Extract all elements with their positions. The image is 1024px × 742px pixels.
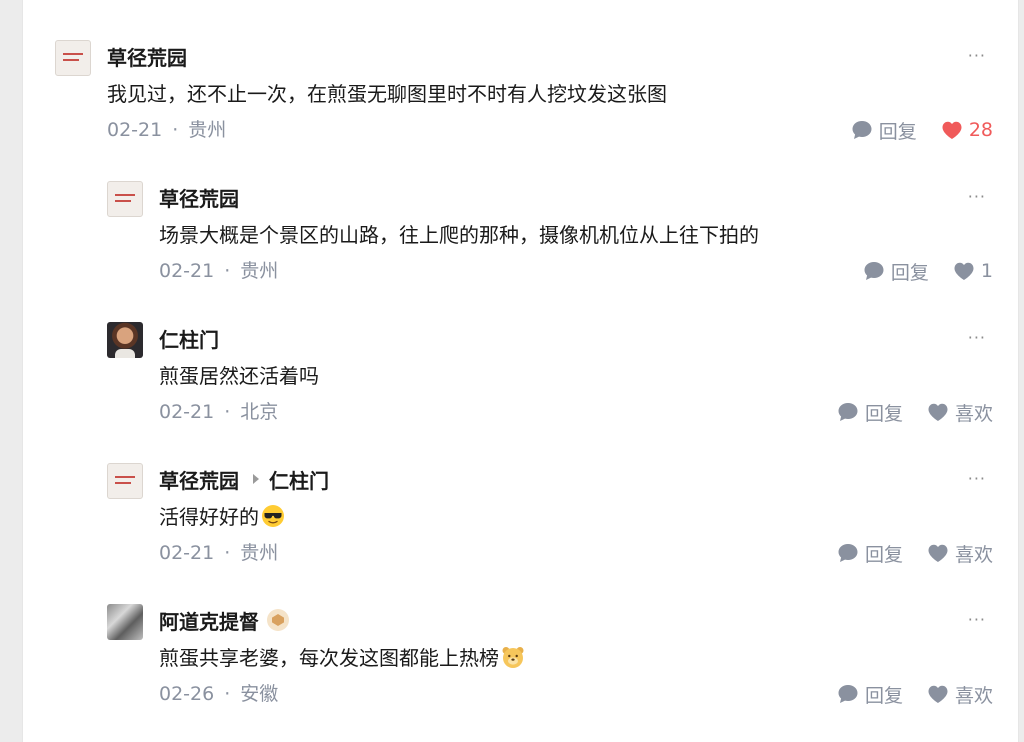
- comment-text: 煎蛋居然还活着吗: [159, 364, 319, 388]
- more-options-icon[interactable]: ···: [968, 328, 986, 347]
- avatar[interactable]: [107, 181, 143, 217]
- comment-item: 草径荒园 仁柱门 ··· 活得好好的 02-21 · 贵州 回复 喜欢: [23, 463, 1018, 595]
- comment-actions: 回复 喜欢: [837, 540, 993, 567]
- comment-meta: 02-26 · 安徽: [159, 682, 278, 706]
- comment-date: 02-26: [159, 683, 215, 705]
- comment-text: 场景大概是个景区的山路，往上爬的那种，摄像机机位从上往下拍的: [159, 223, 759, 247]
- avatar[interactable]: [107, 604, 143, 640]
- comment-meta: 02-21 · 贵州: [159, 541, 278, 565]
- reply-label: 回复: [864, 402, 903, 425]
- more-options-icon[interactable]: ···: [968, 46, 986, 65]
- comment-item: 阿道克提督 ··· 煎蛋共享老婆，每次发这图都能上热榜 02-26 · 安徽 回复 …: [23, 604, 1018, 736]
- reply-button[interactable]: 回复: [863, 258, 929, 285]
- reply-label: 回复: [890, 261, 929, 284]
- like-button[interactable]: 1: [953, 260, 993, 282]
- separator-dot: ·: [224, 542, 231, 564]
- like-button[interactable]: 喜欢: [927, 681, 993, 708]
- author-name[interactable]: 草径荒园: [159, 465, 239, 494]
- avatar[interactable]: [107, 322, 143, 358]
- comment-location: 北京: [240, 401, 279, 423]
- comment-actions: 回复 喜欢: [837, 681, 993, 708]
- author-name[interactable]: 草径荒园: [107, 42, 187, 71]
- comment-date: 02-21: [159, 260, 215, 282]
- comment-item: 草径荒园 ··· 场景大概是个景区的山路，往上爬的那种，摄像机机位从上往下拍的 …: [23, 181, 1018, 313]
- reply-button[interactable]: 回复: [837, 399, 903, 426]
- sunglasses-emoji-icon: [262, 505, 284, 527]
- bear-emoji-icon: [502, 647, 524, 668]
- like-button[interactable]: 喜欢: [927, 399, 993, 426]
- chat-bubble-icon: [852, 121, 872, 139]
- like-button[interactable]: 喜欢: [927, 540, 993, 567]
- heart-icon: [928, 685, 948, 703]
- reply-button[interactable]: 回复: [851, 117, 917, 144]
- comment-date: 02-21: [159, 401, 215, 423]
- like-count: 28: [968, 119, 993, 141]
- separator-dot: ·: [224, 260, 231, 282]
- comment-panel: 草径荒园 ··· 我见过，还不止一次，在煎蛋无聊图里时不时有人挖坟发这张图 02…: [22, 0, 1019, 742]
- reply-label: 回复: [864, 684, 903, 707]
- reply-arrow-icon: [253, 474, 259, 484]
- comment-date: 02-21: [159, 542, 215, 564]
- comment-location: 安徽: [240, 683, 279, 705]
- heart-icon: [928, 544, 948, 562]
- reply-to-name[interactable]: 仁柱门: [269, 465, 329, 494]
- comment-text: 煎蛋共享老婆，每次发这图都能上热榜: [159, 644, 525, 672]
- comment-actions: 回复 喜欢: [837, 399, 993, 426]
- like-label: 喜欢: [954, 684, 993, 707]
- comment-item: 仁柱门 ··· 煎蛋居然还活着吗 02-21 · 北京 回复 喜欢: [23, 322, 1018, 454]
- comment-location: 贵州: [188, 119, 227, 141]
- comment-location: 贵州: [240, 542, 279, 564]
- comment-item: 草径荒园 ··· 我见过，还不止一次，在煎蛋无聊图里时不时有人挖坟发这张图 02…: [23, 40, 1018, 172]
- avatar[interactable]: [107, 463, 143, 499]
- comment-actions: 回复 1: [863, 258, 993, 285]
- comment-meta: 02-21 · 贵州: [159, 259, 278, 283]
- comment-location: 贵州: [240, 260, 279, 282]
- chat-bubble-icon: [838, 685, 858, 703]
- like-count: 1: [980, 260, 993, 282]
- comment-text: 活得好好的: [159, 503, 285, 531]
- more-options-icon[interactable]: ···: [968, 187, 986, 206]
- comment-meta: 02-21 · 贵州: [107, 118, 226, 142]
- heart-icon: [954, 262, 974, 280]
- chat-bubble-icon: [838, 544, 858, 562]
- like-button[interactable]: 28: [941, 119, 993, 141]
- reply-button[interactable]: 回复: [837, 540, 903, 567]
- comment-actions: 回复 28: [851, 117, 993, 144]
- separator-dot: ·: [172, 119, 179, 141]
- comment-text: 我见过，还不止一次，在煎蛋无聊图里时不时有人挖坟发这张图: [107, 82, 667, 106]
- author-name[interactable]: 阿道克提督: [159, 606, 259, 635]
- separator-dot: ·: [224, 683, 231, 705]
- chat-bubble-icon: [864, 262, 884, 280]
- more-options-icon[interactable]: ···: [968, 469, 986, 488]
- level-badge-icon: [267, 609, 289, 631]
- like-label: 喜欢: [954, 402, 993, 425]
- reply-label: 回复: [878, 120, 917, 143]
- comment-meta: 02-21 · 北京: [159, 400, 278, 424]
- author-name[interactable]: 草径荒园: [159, 183, 239, 212]
- heart-icon: [942, 121, 962, 139]
- heart-icon: [928, 403, 948, 421]
- chat-bubble-icon: [838, 403, 858, 421]
- like-label: 喜欢: [954, 543, 993, 566]
- more-options-icon[interactable]: ···: [968, 610, 986, 629]
- reply-button[interactable]: 回复: [837, 681, 903, 708]
- reply-label: 回复: [864, 543, 903, 566]
- avatar[interactable]: [55, 40, 91, 76]
- author-name[interactable]: 仁柱门: [159, 324, 219, 353]
- separator-dot: ·: [224, 401, 231, 423]
- comment-date: 02-21: [107, 119, 163, 141]
